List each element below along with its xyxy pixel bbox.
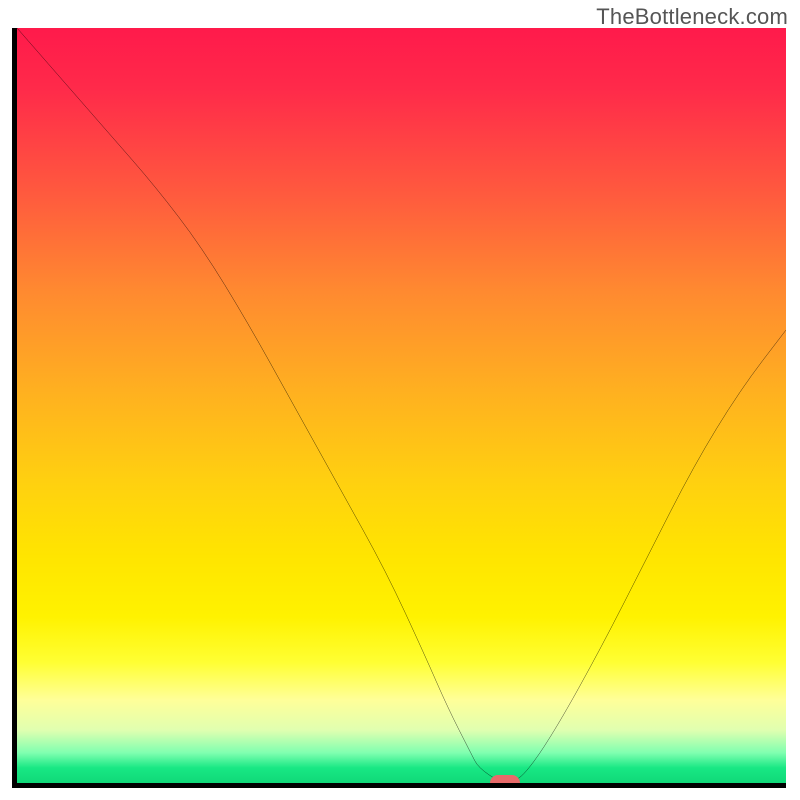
bottleneck-curve: [17, 28, 786, 783]
optimal-marker: [490, 775, 520, 788]
plot-area: [12, 28, 786, 788]
watermark-text: TheBottleneck.com: [596, 4, 788, 30]
chart-frame: TheBottleneck.com: [0, 0, 800, 800]
